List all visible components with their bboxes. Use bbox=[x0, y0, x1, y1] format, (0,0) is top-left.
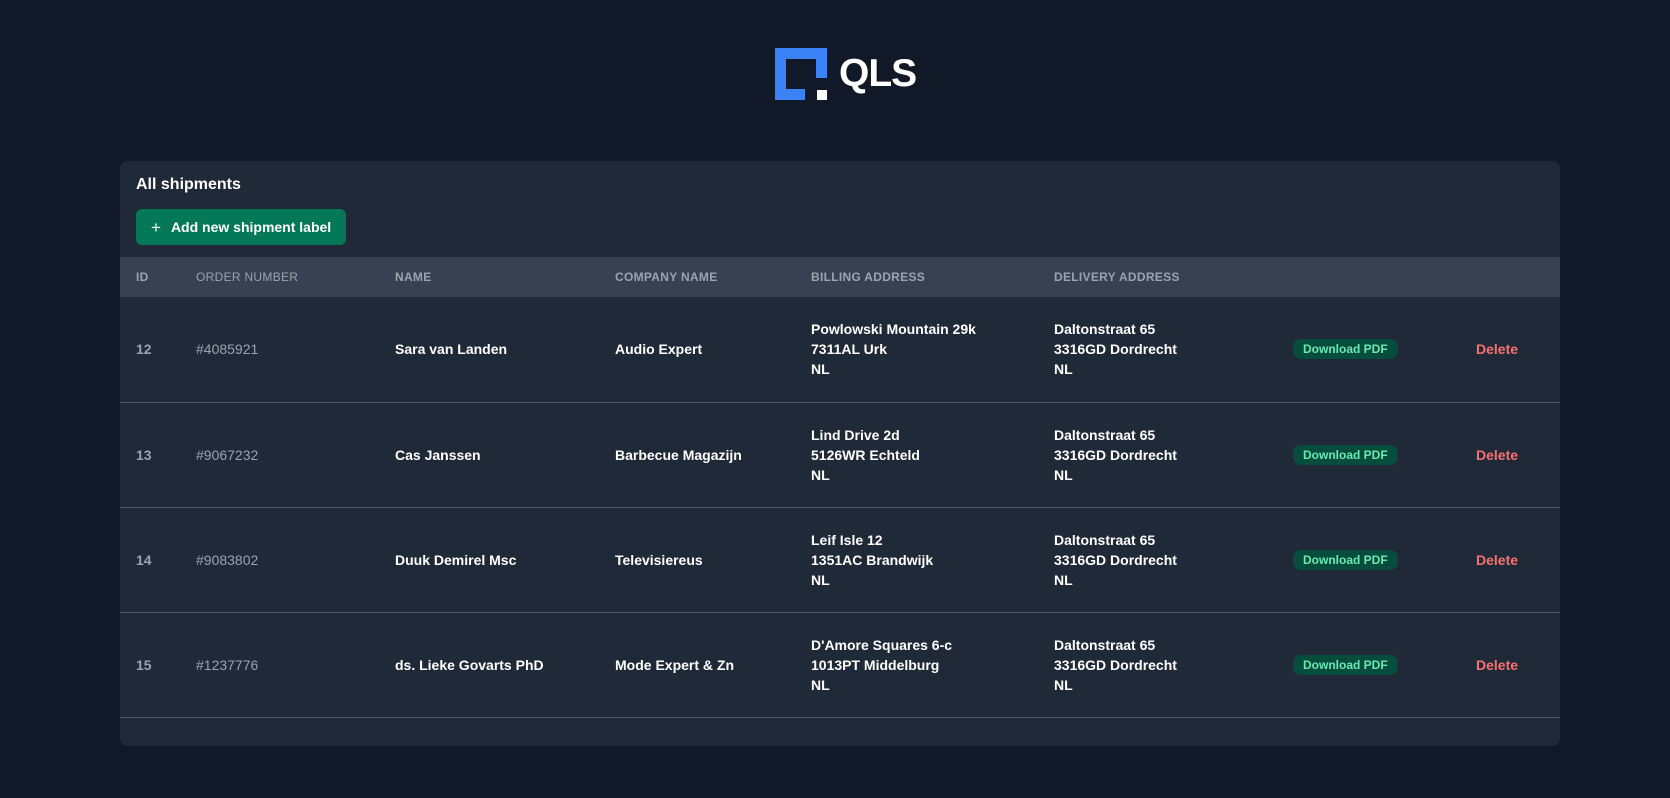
billing-street: D'Amore Squares 6-c bbox=[811, 636, 953, 653]
delete-link[interactable]: Delete bbox=[1476, 657, 1518, 673]
download-pdf-button[interactable]: Download PDF bbox=[1293, 444, 1398, 465]
cell-pdf: Download PDF bbox=[1293, 507, 1476, 612]
header-id: ID bbox=[136, 270, 149, 284]
cell-order-number: #1237776 bbox=[196, 656, 259, 673]
delivery-street: Daltonstraat 65 bbox=[1054, 321, 1156, 338]
cell-name: Sara van Landen bbox=[395, 341, 508, 358]
delivery-street: Daltonstraat 65 bbox=[1054, 531, 1156, 548]
delivery-country: NL bbox=[1054, 361, 1073, 378]
table-row: 13 #9067232 Cas Janssen Barbecue Magazij… bbox=[120, 402, 1560, 507]
cell-name: Duuk Demirel Msc bbox=[395, 551, 517, 568]
cell-delete: Delete bbox=[1476, 402, 1560, 507]
cell-delivery-address: Daltonstraat 65 3316GD Dordrecht NL bbox=[1054, 402, 1293, 507]
delivery-street: Daltonstraat 65 bbox=[1054, 426, 1156, 443]
header-pdf bbox=[1293, 257, 1476, 297]
billing-city: 7311AL Urk bbox=[811, 341, 888, 358]
cell-pdf: Download PDF bbox=[1293, 402, 1476, 507]
cell-company: Audio Expert bbox=[615, 341, 703, 358]
cell-delivery-address: Daltonstraat 65 3316GD Dordrecht NL bbox=[1054, 507, 1293, 612]
billing-street: Leif Isle 12 bbox=[811, 531, 883, 548]
billing-street: Lind Drive 2d bbox=[811, 426, 900, 443]
delete-link[interactable]: Delete bbox=[1476, 341, 1518, 357]
delivery-city: 3316GD Dordrecht bbox=[1054, 551, 1177, 568]
cell-company: Barbecue Magazijn bbox=[615, 446, 742, 463]
cell-billing-address: Leif Isle 12 1351AC Brandwijk NL bbox=[811, 507, 1054, 612]
billing-street: Powlowski Mountain 29k bbox=[811, 321, 976, 338]
qls-logo-icon bbox=[775, 48, 827, 100]
add-shipment-label-button[interactable]: + Add new shipment label bbox=[136, 209, 347, 245]
cell-pdf: Download PDF bbox=[1293, 612, 1476, 717]
cell-id: 15 bbox=[136, 656, 152, 673]
cell-billing-address: Lind Drive 2d 5126WR Echteld NL bbox=[811, 402, 1054, 507]
delete-link[interactable]: Delete bbox=[1476, 552, 1518, 568]
billing-city: 5126WR Echteld bbox=[811, 446, 920, 463]
cell-delete: Delete bbox=[1476, 507, 1560, 612]
shipments-table: ID ORDER NUMBER NAME COMPANY NAME BILLIN… bbox=[120, 257, 1560, 718]
delivery-city: 3316GD Dordrecht bbox=[1054, 446, 1177, 463]
billing-country: NL bbox=[811, 676, 830, 693]
page: QLS All shipments + Add new shipment lab… bbox=[0, 0, 1670, 798]
delete-link[interactable]: Delete bbox=[1476, 447, 1518, 463]
cell-pdf: Download PDF bbox=[1293, 297, 1476, 402]
delivery-city: 3316GD Dordrecht bbox=[1054, 656, 1177, 673]
cell-order-number: #9067232 bbox=[196, 446, 259, 463]
billing-country: NL bbox=[811, 466, 830, 483]
cell-company: Televisiereus bbox=[615, 551, 703, 568]
table-row: 12 #4085921 Sara van Landen Audio Expert… bbox=[120, 297, 1560, 402]
cell-billing-address: D'Amore Squares 6-c 1013PT Middelburg NL bbox=[811, 612, 1054, 717]
delivery-country: NL bbox=[1054, 466, 1073, 483]
billing-city: 1351AC Brandwijk bbox=[811, 551, 934, 568]
delivery-street: Daltonstraat 65 bbox=[1054, 636, 1156, 653]
table-header: ID ORDER NUMBER NAME COMPANY NAME BILLIN… bbox=[120, 257, 1560, 297]
cell-billing-address: Powlowski Mountain 29k 7311AL Urk NL bbox=[811, 297, 1054, 402]
billing-country: NL bbox=[811, 571, 830, 588]
cell-delivery-address: Daltonstraat 65 3316GD Dordrecht NL bbox=[1054, 612, 1293, 717]
table-row: 14 #9083802 Duuk Demirel Msc Televisiere… bbox=[120, 507, 1560, 612]
plus-icon: + bbox=[151, 217, 161, 237]
shipments-card: All shipments + Add new shipment label I… bbox=[120, 161, 1560, 746]
table-row: 15 #1237776 ds. Lieke Govarts PhD Mode E… bbox=[120, 612, 1560, 717]
cell-name: ds. Lieke Govarts PhD bbox=[395, 656, 544, 673]
delivery-city: 3316GD Dordrecht bbox=[1054, 341, 1177, 358]
header-name: NAME bbox=[395, 270, 432, 284]
header-order-number: ORDER NUMBER bbox=[196, 270, 299, 284]
cell-company: Mode Expert & Zn bbox=[615, 656, 735, 673]
download-pdf-button[interactable]: Download PDF bbox=[1293, 654, 1398, 675]
add-shipment-label-text: Add new shipment label bbox=[170, 219, 332, 235]
header-actions bbox=[1476, 257, 1560, 297]
header-company-name: COMPANY NAME bbox=[615, 270, 718, 284]
cell-delete: Delete bbox=[1476, 612, 1560, 717]
billing-city: 1013PT Middelburg bbox=[811, 656, 940, 673]
cell-order-number: #4085921 bbox=[196, 341, 259, 358]
cell-delivery-address: Daltonstraat 65 3316GD Dordrecht NL bbox=[1054, 297, 1293, 402]
cell-id: 12 bbox=[136, 341, 152, 358]
cell-id: 14 bbox=[136, 551, 152, 568]
cell-id: 13 bbox=[136, 446, 152, 463]
cell-delete: Delete bbox=[1476, 297, 1560, 402]
header-delivery-address: DELIVERY ADDRESS bbox=[1054, 270, 1180, 284]
table-body: 12 #4085921 Sara van Landen Audio Expert… bbox=[120, 297, 1560, 717]
download-pdf-button[interactable]: Download PDF bbox=[1293, 339, 1398, 360]
billing-country: NL bbox=[811, 361, 830, 378]
logo: QLS bbox=[775, 48, 917, 100]
card-title: All shipments bbox=[136, 176, 241, 193]
delivery-country: NL bbox=[1054, 676, 1073, 693]
header-billing-address: BILLING ADDRESS bbox=[811, 270, 926, 284]
cell-name: Cas Janssen bbox=[395, 446, 481, 463]
logo-text: QLS bbox=[839, 52, 917, 95]
download-pdf-button[interactable]: Download PDF bbox=[1293, 549, 1398, 570]
delivery-country: NL bbox=[1054, 571, 1073, 588]
cell-order-number: #9083802 bbox=[196, 551, 259, 568]
